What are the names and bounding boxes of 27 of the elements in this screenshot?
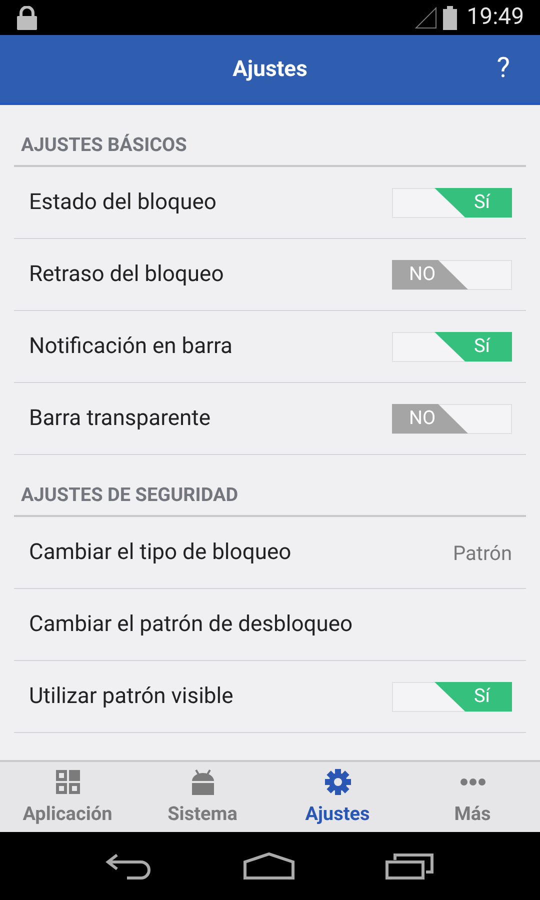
- section-header: AJUSTES DE SEGURIDAD: [21, 483, 238, 507]
- more-icon: [460, 778, 486, 786]
- home-icon[interactable]: [243, 852, 295, 880]
- battery-icon: [442, 6, 457, 30]
- nav-tab[interactable]: Sistema: [135, 762, 270, 832]
- nav-tab[interactable]: Más: [405, 762, 540, 832]
- recents-icon[interactable]: [385, 852, 435, 880]
- gear-icon: [324, 769, 350, 795]
- setting-label[interactable]: Cambiar el patrón de desbloqueo: [29, 608, 512, 641]
- robot-icon: [190, 769, 214, 795]
- setting-label[interactable]: Barra transparente: [29, 402, 392, 435]
- setting-label[interactable]: Cambiar el tipo de bloqueo: [29, 536, 454, 569]
- back-icon[interactable]: [105, 852, 153, 880]
- signal-icon: [414, 6, 437, 28]
- status-time: 19:49: [466, 2, 524, 32]
- lock-icon: [16, 6, 38, 30]
- grid-icon: [56, 770, 80, 794]
- screen-title: Ajustes: [232, 56, 308, 84]
- setting-label[interactable]: Retraso del bloqueo: [29, 258, 392, 291]
- setting-label[interactable]: Utilizar patrón visible: [29, 680, 392, 713]
- setting-label[interactable]: Estado del bloqueo: [29, 186, 392, 219]
- setting-value: Patrón: [453, 540, 512, 566]
- help-button[interactable]: ?: [496, 50, 510, 86]
- nav-tab[interactable]: Aplicación: [0, 762, 135, 832]
- nav-tab[interactable]: Ajustes: [270, 762, 405, 832]
- setting-label[interactable]: Notificación en barra: [29, 330, 392, 363]
- section-header: AJUSTES BÁSICOS: [21, 133, 187, 157]
